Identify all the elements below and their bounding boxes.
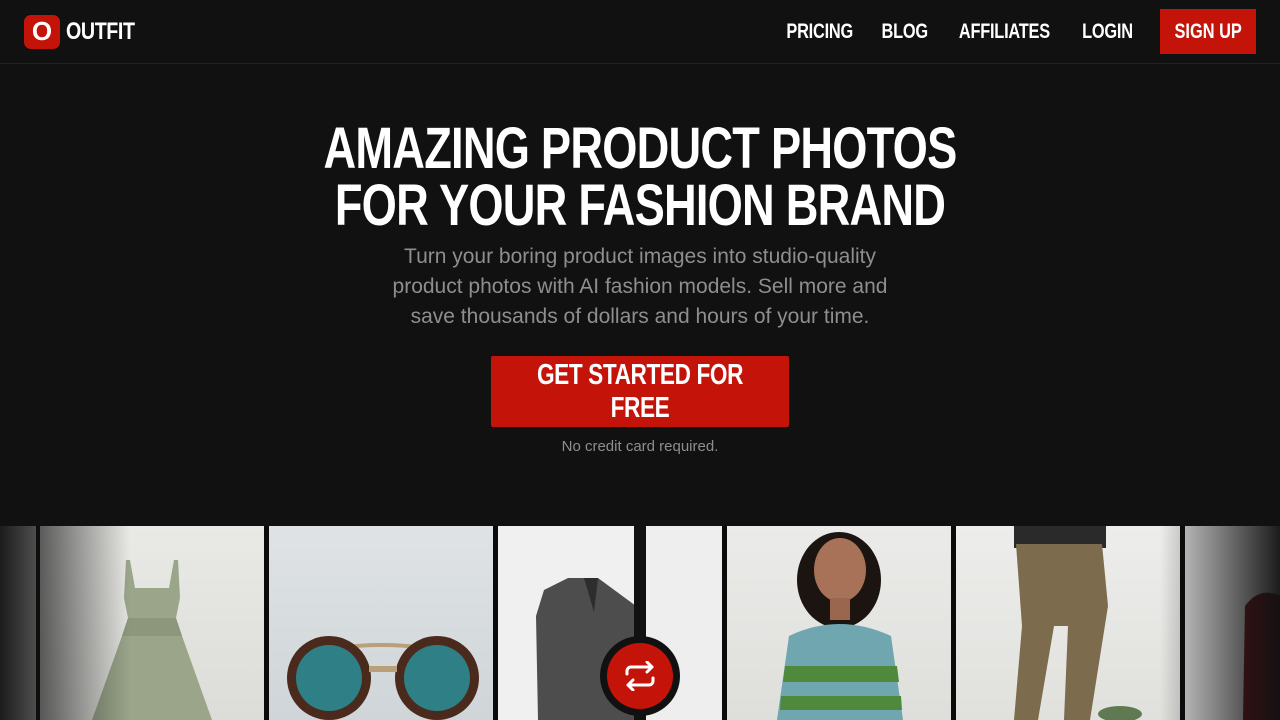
nav-login[interactable]: LOGIN: [1082, 20, 1133, 44]
nav-blog[interactable]: BLOG: [881, 20, 928, 44]
sunglasses-photo: [269, 526, 493, 720]
hero-subtitle: Turn your boring product images into stu…: [392, 245, 888, 328]
gallery-fade-left: [0, 526, 130, 720]
logo-mark: O: [24, 14, 60, 49]
main-nav: PRICING BLOG AFFILIATES LOGIN SIGN UP: [777, 9, 1256, 54]
hero: AMAZING PRODUCT PHOTOS FOR YOUR FASHION …: [0, 120, 1280, 456]
get-started-button[interactable]: GET STARTED FOR FREE: [491, 356, 789, 427]
gallery-fade-right: [1160, 526, 1280, 720]
logo-text: OUTFIT: [66, 17, 135, 45]
swap-button[interactable]: [600, 636, 680, 716]
trousers-model-photo: [956, 526, 1180, 720]
sweater-model-photo: [727, 526, 951, 720]
top-bar: O OUTFIT PRICING BLOG AFFILIATES LOGIN S…: [0, 0, 1280, 64]
hero-title-line2: FOR YOUR FASHION BRAND: [334, 173, 946, 238]
no-credit-card-note: No credit card required.: [561, 438, 719, 455]
nav-pricing[interactable]: PRICING: [787, 20, 854, 44]
get-started-label: GET STARTED FOR FREE: [536, 358, 744, 424]
swap-arrows-icon: [607, 643, 673, 709]
signup-button[interactable]: SIGN UP: [1160, 9, 1256, 54]
hero-title: AMAZING PRODUCT PHOTOS FOR YOUR FASHION …: [141, 120, 1139, 235]
hero-title-line1: AMAZING PRODUCT PHOTOS: [323, 116, 958, 181]
logo[interactable]: O OUTFIT: [24, 14, 150, 49]
signup-label: SIGN UP: [1174, 19, 1242, 43]
nav-affiliates[interactable]: AFFILIATES: [959, 20, 1050, 44]
